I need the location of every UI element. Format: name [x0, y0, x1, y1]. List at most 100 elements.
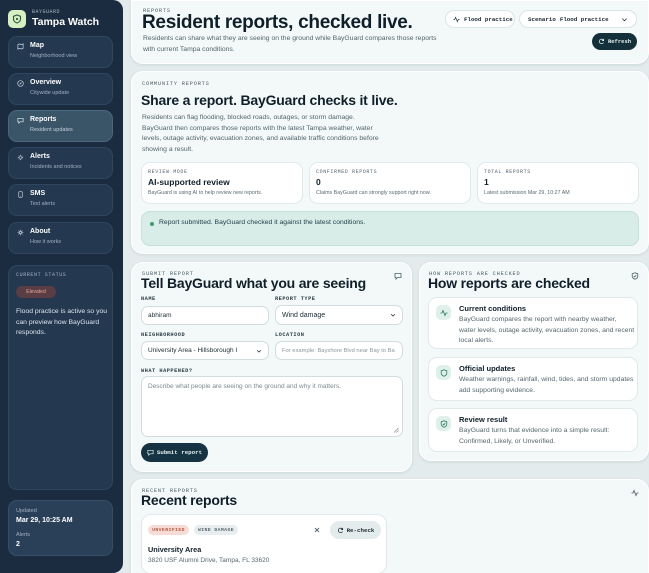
- scenario-select[interactable]: Scenario Flood practice: [519, 10, 637, 28]
- header-description: Residents can share what they are seeing…: [143, 35, 437, 53]
- nav-subtitle: Incidents and notices: [30, 164, 82, 170]
- refresh-icon: [337, 527, 343, 533]
- chevron-down-icon: [390, 313, 396, 317]
- current-status-card: CURRENT STATUS Elevated Flood practice i…: [8, 265, 113, 490]
- community-eyebrow: COMMUNITY REPORTS: [142, 81, 210, 87]
- location-input[interactable]: For example: Bayshore Blvd near Bay to B…: [275, 341, 403, 360]
- nav-item-alerts[interactable]: Alerts Incidents and notices: [8, 147, 113, 179]
- refresh-label: Refresh: [607, 38, 632, 45]
- name-input[interactable]: abhiram: [141, 306, 269, 325]
- resize-handle-icon[interactable]: [393, 427, 399, 433]
- report-place: University Area: [148, 545, 202, 554]
- textarea-placeholder: Describe what people are seeing on the g…: [148, 383, 341, 390]
- nav-item-about[interactable]: About How it works: [8, 222, 113, 254]
- flood-practice-label: Flood practice: [464, 15, 513, 23]
- updated-label: Updated: [16, 508, 37, 514]
- flood-practice-button[interactable]: Flood practice: [445, 10, 515, 28]
- stat-total-reports: TOTAL REPORTS 1 Latest submission Mar 29…: [477, 162, 639, 204]
- status-text: Flood practice is active so you can prev…: [16, 308, 108, 336]
- stat-eyebrow: TOTAL REPORTS: [484, 169, 531, 175]
- stat-value: 1: [484, 177, 489, 187]
- shield-check-icon: [436, 416, 451, 431]
- updated-value: Mar 29, 10:25 AM: [16, 517, 73, 524]
- nav-title: Map: [30, 42, 44, 49]
- how-card-text: Weather warnings, rainfall, wind, tides,…: [459, 376, 634, 394]
- alerts-label: Alerts: [16, 532, 31, 538]
- nav-item-sms[interactable]: SMS Text alerts: [8, 184, 113, 216]
- status-tag: UNVERIFIED: [148, 525, 189, 535]
- recheck-button[interactable]: Re-check: [330, 521, 381, 539]
- nav-subtitle: How it works: [30, 239, 62, 245]
- chat-icon: [147, 449, 154, 456]
- nav-title: Overview: [30, 79, 62, 86]
- pulse-icon: [453, 15, 460, 23]
- phone-icon: [18, 191, 23, 198]
- settings-icon: [17, 229, 24, 236]
- nav-subtitle: Resident updates: [30, 127, 73, 133]
- report-card[interactable]: UNVERIFIED WIND DAMAGE Re-check Universi…: [141, 514, 387, 573]
- page-title: Resident reports, checked live.: [142, 12, 413, 33]
- report-type-label: REPORT TYPE: [275, 296, 316, 302]
- stat-value: 0: [316, 177, 321, 187]
- recent-title: Recent reports: [141, 492, 238, 508]
- nav-title: About: [30, 228, 51, 235]
- nav-subtitle: Text alerts: [30, 201, 56, 207]
- how-card-title: Current conditions: [459, 304, 527, 313]
- chevron-down-icon: [256, 349, 262, 353]
- pulse-icon: [631, 489, 639, 497]
- community-title: Share a report. BayGuard checks it live.: [141, 92, 398, 108]
- nav-item-reports[interactable]: Reports Resident updates: [8, 110, 113, 142]
- shield-check-icon: [631, 272, 639, 280]
- submit-report-button[interactable]: Submit report: [141, 443, 208, 462]
- nav-title: SMS: [30, 190, 46, 197]
- how-card-title: Official updates: [459, 364, 516, 373]
- brand-eyebrow: BAYGUARD: [32, 9, 61, 15]
- stat-note: BayGuard is using AI to help review new …: [148, 190, 263, 196]
- pulse-icon: [436, 305, 451, 320]
- nav-item-overview[interactable]: Overview Citywide update: [8, 73, 113, 105]
- name-label: NAME: [141, 296, 156, 302]
- submit-report-panel: SUBMIT REPORT Tell BayGuard what you are…: [131, 262, 412, 472]
- scenario-label: Scenario: [528, 15, 556, 23]
- chat-icon: [17, 117, 24, 124]
- how-card-text: BayGuard compares the report with nearby…: [459, 316, 635, 344]
- brand[interactable]: BAYGUARD Tampa Watch: [8, 8, 115, 33]
- stat-review-mode: REVIEW MODE AI-supported review BayGuard…: [141, 162, 303, 204]
- refresh-icon: [598, 38, 604, 45]
- nav-item-map[interactable]: Map Neighborhood view: [8, 36, 113, 68]
- banner-text: Report submitted. BayGuard checked it ag…: [159, 219, 366, 226]
- alerts-count: 2: [16, 541, 20, 548]
- submitted-banner: Report submitted. BayGuard checked it ag…: [141, 211, 639, 246]
- status-badge: Elevated: [16, 286, 56, 298]
- report-type-value: Wind damage: [282, 311, 326, 319]
- neighborhood-label: NEIGHBORHOOD: [141, 332, 186, 338]
- report-type-select[interactable]: Wind damage: [275, 305, 403, 325]
- stat-note: Latest submission Mar 29, 10:27 AM: [484, 190, 570, 196]
- refresh-button[interactable]: Refresh: [592, 33, 637, 50]
- nav-subtitle: Citywide update: [30, 90, 70, 96]
- what-happened-textarea[interactable]: Describe what people are seeing on the g…: [141, 376, 403, 437]
- status-eyebrow: CURRENT STATUS: [16, 272, 67, 278]
- stat-confirmed-reports: CONFIRMED REPORTS 0 Claims BayGuard can …: [309, 162, 471, 204]
- neighborhood-select[interactable]: University Area - Hillsborough I: [141, 341, 269, 360]
- stat-value: AI-supported review: [148, 177, 230, 187]
- how-card-text: BayGuard turns that evidence into a simp…: [459, 427, 610, 445]
- map-icon: [17, 43, 24, 50]
- compass-icon: [17, 80, 24, 87]
- nav-subtitle: Neighborhood view: [30, 53, 78, 59]
- form-title: Tell BayGuard what you are seeing: [141, 275, 366, 291]
- neighborhood-value: University Area - Hillsborough I: [148, 347, 238, 354]
- location-label: LOCATION: [275, 332, 305, 338]
- stat-note: Claims BayGuard can strongly support rig…: [316, 190, 431, 196]
- brand-name: Tampa Watch: [32, 16, 100, 28]
- recheck-label: Re-check: [346, 526, 375, 534]
- type-tag: WIND DAMAGE: [194, 525, 238, 535]
- submit-label: Submit report: [156, 449, 203, 456]
- success-dot-icon: [150, 222, 154, 226]
- how-card-review-result: Review result BayGuard turns that eviden…: [428, 408, 638, 452]
- updated-card: Updated Mar 29, 10:25 AM Alerts 2: [8, 500, 113, 556]
- nav-title: Alerts: [30, 153, 50, 160]
- close-icon[interactable]: [314, 527, 320, 533]
- what-happened-label: WHAT HAPPENED?: [141, 368, 193, 374]
- shield-logo-icon: [8, 10, 26, 28]
